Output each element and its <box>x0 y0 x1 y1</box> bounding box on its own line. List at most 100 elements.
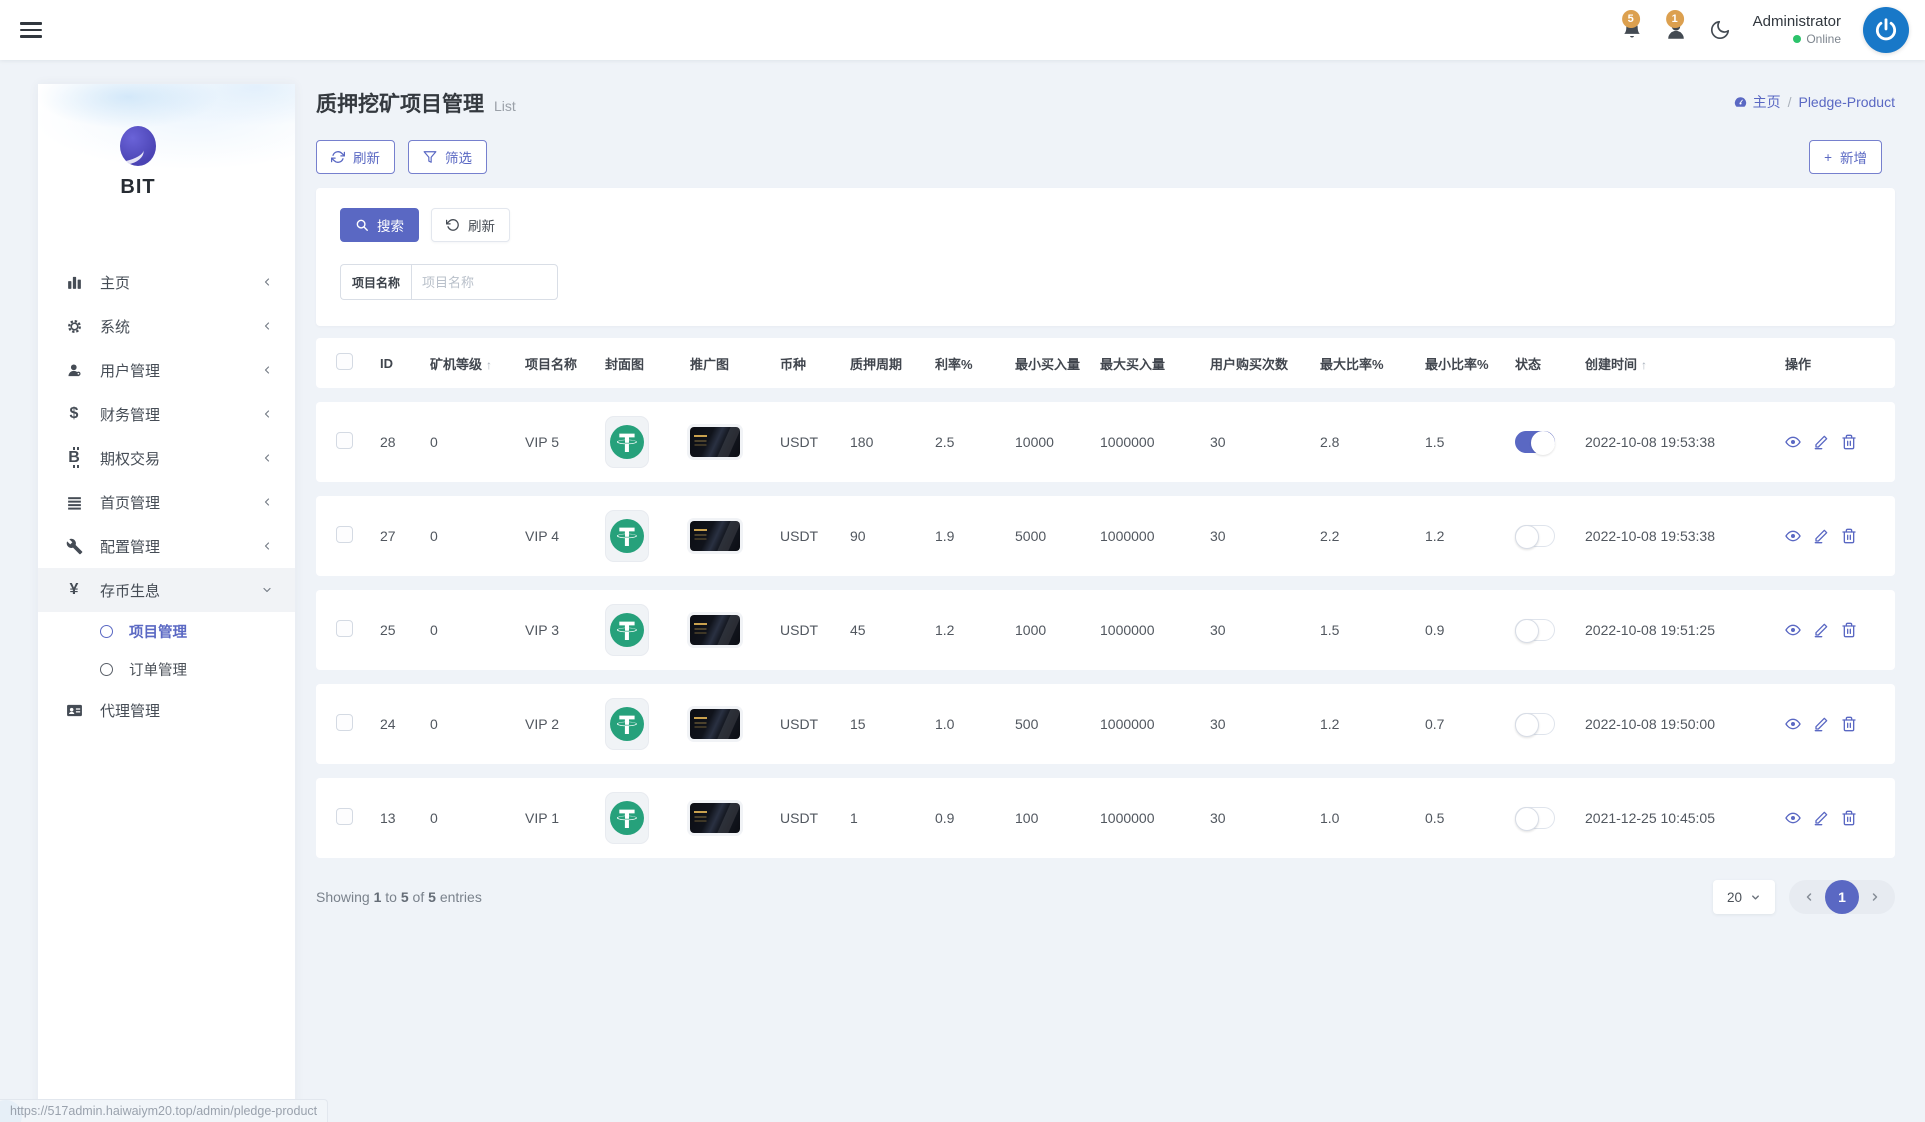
chevron-left-icon <box>261 496 273 508</box>
promo-image[interactable] <box>690 803 740 833</box>
create-button[interactable]: + 新增 <box>1809 140 1882 174</box>
delete-icon[interactable] <box>1841 810 1857 826</box>
view-icon[interactable] <box>1785 622 1801 638</box>
hamburger-menu-icon[interactable] <box>20 22 42 38</box>
delete-icon[interactable] <box>1841 434 1857 450</box>
tether-logo-icon <box>610 801 644 835</box>
edit-icon[interactable] <box>1813 434 1829 450</box>
col-miner-level[interactable]: 矿机等级↑ <box>420 338 515 388</box>
edit-icon[interactable] <box>1813 622 1829 638</box>
reset-button[interactable]: 刷新 <box>431 208 510 242</box>
cover-image[interactable] <box>605 510 649 562</box>
dashboard-icon <box>1733 95 1748 110</box>
promo-image[interactable] <box>690 427 740 457</box>
edit-icon[interactable] <box>1813 528 1829 544</box>
cover-image[interactable] <box>605 416 649 468</box>
data-table: ID 矿机等级↑ 项目名称 封面图 推广图 币种 质押周期 利率% 最小买入量 … <box>316 324 1895 872</box>
prev-page-button[interactable] <box>1795 883 1823 911</box>
view-icon[interactable] <box>1785 716 1801 732</box>
status-toggle[interactable] <box>1515 431 1555 453</box>
next-page-button[interactable] <box>1861 883 1889 911</box>
avatar[interactable] <box>1863 7 1909 53</box>
breadcrumb-separator: / <box>1788 94 1792 110</box>
sidebar-item-system[interactable]: 系统 <box>38 304 295 348</box>
status-toggle[interactable] <box>1515 713 1555 735</box>
table-row: 24 0 VIP 2 USDT 15 1.0 500 1000000 30 1.… <box>316 684 1895 764</box>
cell-pledge-period: 180 <box>840 402 925 482</box>
logo-area: BIT <box>38 84 295 244</box>
user-notification-badge: 1 <box>1666 10 1684 28</box>
row-checkbox[interactable] <box>336 714 353 731</box>
promo-image[interactable] <box>690 521 740 551</box>
sidebar-item-users[interactable]: 用户管理 <box>38 348 295 392</box>
chevron-left-icon <box>261 364 273 376</box>
promo-image[interactable] <box>690 615 740 645</box>
cell-project-name: VIP 1 <box>515 778 595 858</box>
row-checkbox[interactable] <box>336 432 353 449</box>
pagination: 20 1 <box>1713 880 1895 914</box>
dark-mode-moon-icon[interactable] <box>1709 19 1731 41</box>
sidebar-item-options-trading[interactable]: B 期权交易 <box>38 436 295 480</box>
refresh-button[interactable]: 刷新 <box>316 140 395 174</box>
search-button[interactable]: 搜索 <box>340 208 419 242</box>
brand-name: BIT <box>38 176 238 199</box>
col-max-buy: 最大买入量 <box>1090 338 1200 388</box>
breadcrumb-home-link[interactable]: 主页 <box>1733 92 1781 112</box>
cell-coin: USDT <box>770 402 840 482</box>
sidebar-item-coin-interest[interactable]: ¥ 存币生息 <box>38 568 295 612</box>
sidebar: BIT 主页 系统 <box>38 84 295 1122</box>
view-icon[interactable] <box>1785 528 1801 544</box>
cell-pledge-period: 90 <box>840 496 925 576</box>
table-header-row: ID 矿机等级↑ 项目名称 封面图 推广图 币种 质押周期 利率% 最小买入量 … <box>316 338 1895 388</box>
status-toggle[interactable] <box>1515 525 1555 547</box>
online-status-label: Online <box>1806 32 1841 47</box>
delete-icon[interactable] <box>1841 716 1857 732</box>
select-all-checkbox[interactable] <box>336 353 353 370</box>
sidebar-item-home[interactable]: 主页 <box>38 260 295 304</box>
page-title: 质押挖矿项目管理 <box>316 88 484 118</box>
page-size-select[interactable]: 20 <box>1713 880 1775 914</box>
cell-min-buy: 100 <box>1005 778 1090 858</box>
promo-image[interactable] <box>690 709 740 739</box>
sidebar-item-config[interactable]: 配置管理 <box>38 524 295 568</box>
cover-image[interactable] <box>605 604 649 656</box>
user-notification-icon[interactable]: 1 <box>1665 19 1687 41</box>
row-checkbox[interactable] <box>336 526 353 543</box>
sidebar-item-finance[interactable]: $ 财务管理 <box>38 392 295 436</box>
filter-button[interactable]: 筛选 <box>408 140 487 174</box>
cover-image[interactable] <box>605 698 649 750</box>
gear-icon <box>64 318 84 335</box>
cell-miner-level: 0 <box>420 402 515 482</box>
bell-icon[interactable]: 5 <box>1621 19 1643 41</box>
sidebar-item-homepage-mgmt[interactable]: 首页管理 <box>38 480 295 524</box>
col-created-at[interactable]: 创建时间↑ <box>1575 338 1775 388</box>
online-status-dot <box>1793 35 1801 43</box>
view-icon[interactable] <box>1785 434 1801 450</box>
status-toggle[interactable] <box>1515 619 1555 641</box>
sidebar-subitem-order-mgmt[interactable]: 订单管理 <box>38 650 295 688</box>
status-toggle[interactable] <box>1515 807 1555 829</box>
user-menu[interactable]: Administrator Online <box>1753 13 1841 47</box>
cell-min-buy: 10000 <box>1005 402 1090 482</box>
sort-asc-icon[interactable]: ↑ <box>486 358 492 372</box>
project-name-input[interactable] <box>411 264 558 300</box>
sort-asc-icon[interactable]: ↑ <box>1641 358 1647 372</box>
current-page-button[interactable]: 1 <box>1825 880 1859 914</box>
col-max-ratio: 最大比率% <box>1310 338 1415 388</box>
sidebar-item-agent-mgmt[interactable]: 代理管理 <box>38 688 295 732</box>
sidebar-subitem-project-mgmt[interactable]: 项目管理 <box>38 612 295 650</box>
col-min-buy: 最小买入量 <box>1005 338 1090 388</box>
delete-icon[interactable] <box>1841 622 1857 638</box>
delete-icon[interactable] <box>1841 528 1857 544</box>
edit-icon[interactable] <box>1813 810 1829 826</box>
chevron-left-icon <box>261 276 273 288</box>
row-checkbox[interactable] <box>336 620 353 637</box>
cell-max-buy: 1000000 <box>1090 684 1200 764</box>
row-checkbox[interactable] <box>336 808 353 825</box>
cell-pledge-period: 45 <box>840 590 925 670</box>
view-icon[interactable] <box>1785 810 1801 826</box>
dollar-icon: $ <box>64 406 84 422</box>
edit-icon[interactable] <box>1813 716 1829 732</box>
project-name-label: 项目名称 <box>340 264 411 300</box>
cover-image[interactable] <box>605 792 649 844</box>
